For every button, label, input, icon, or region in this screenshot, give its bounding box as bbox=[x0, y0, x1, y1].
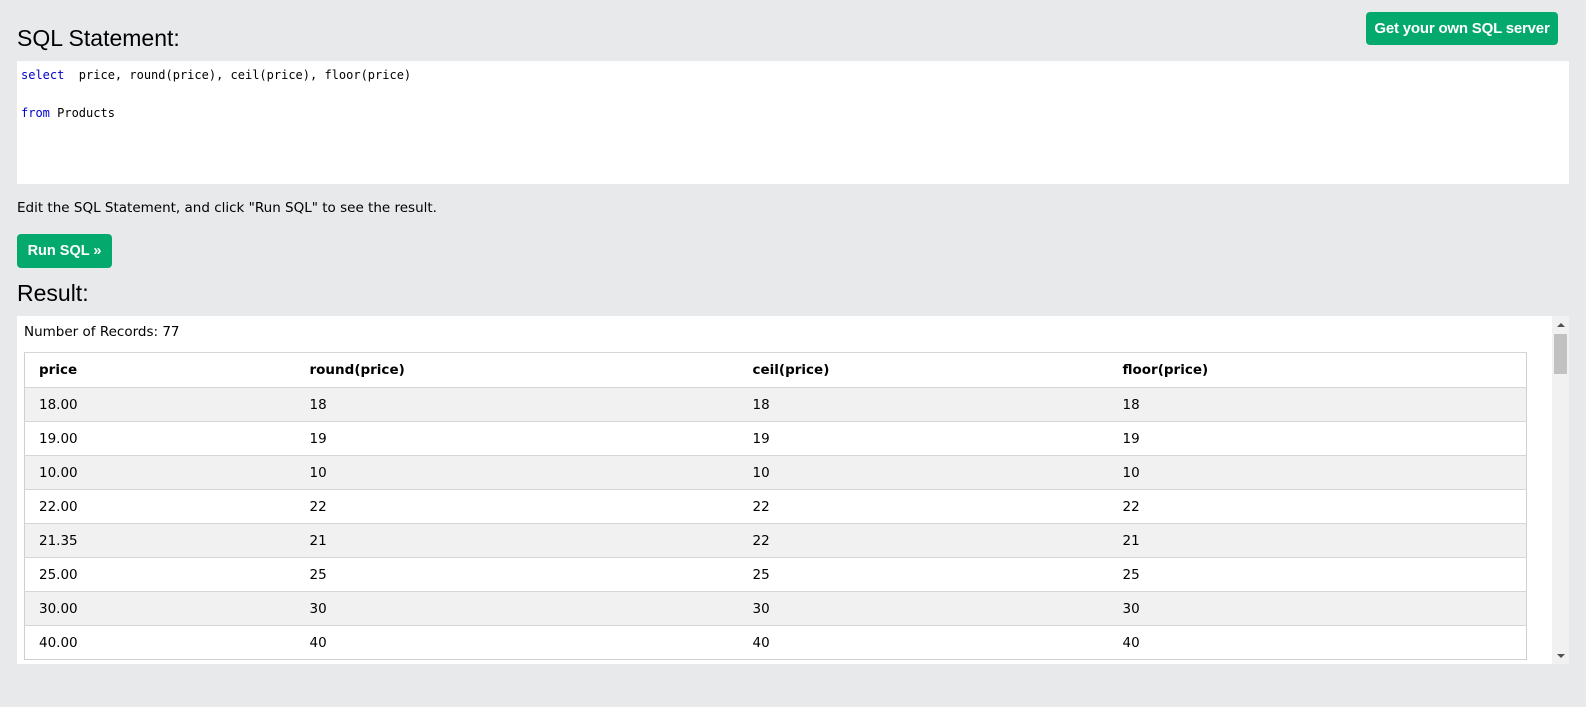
table-cell: 19 bbox=[1108, 421, 1527, 456]
result-title: Result: bbox=[17, 280, 89, 306]
table-cell: 10 bbox=[738, 455, 1109, 490]
record-count: Number of Records: 77 bbox=[24, 324, 180, 340]
table-cell: 22 bbox=[738, 523, 1109, 558]
from-table: Products bbox=[49, 106, 115, 120]
table-row: 19.00 19 19 19 bbox=[24, 421, 1527, 456]
scrollbar-thumb[interactable] bbox=[1554, 334, 1567, 374]
table-row: 30.00 30 30 30 bbox=[24, 591, 1527, 626]
table-row: 21.35 21 22 21 bbox=[24, 523, 1527, 558]
table-cell: 40.00 bbox=[24, 625, 296, 660]
run-sql-button[interactable]: Run SQL » bbox=[17, 234, 112, 268]
table-cell: 40 bbox=[1108, 625, 1527, 660]
table-cell: 21 bbox=[295, 523, 739, 558]
instruction-text: Edit the SQL Statement, and click "Run S… bbox=[17, 200, 437, 216]
table-cell: 25.00 bbox=[24, 557, 296, 592]
column-header: ceil(price) bbox=[738, 352, 1109, 388]
table-row: 10.00 10 10 10 bbox=[24, 455, 1527, 490]
result-panel[interactable]: Number of Records: 77 price round(price)… bbox=[17, 316, 1569, 664]
table-cell: 25 bbox=[738, 557, 1109, 592]
table-cell: 10 bbox=[1108, 455, 1527, 490]
column-header: price bbox=[24, 352, 296, 388]
table-cell: 19 bbox=[738, 421, 1109, 456]
column-header: round(price) bbox=[295, 352, 739, 388]
keyword-from: from bbox=[21, 106, 50, 120]
table-cell: 18.00 bbox=[24, 387, 296, 422]
table-cell: 25 bbox=[295, 557, 739, 592]
table-cell: 21 bbox=[1108, 523, 1527, 558]
keyword-select: select bbox=[21, 68, 65, 82]
table-cell: 40 bbox=[738, 625, 1109, 660]
table-row: 25.00 25 25 25 bbox=[24, 557, 1527, 592]
table-cell: 22 bbox=[1108, 489, 1527, 524]
vertical-scrollbar[interactable] bbox=[1552, 316, 1569, 664]
table-row: 18.00 18 18 18 bbox=[24, 387, 1527, 422]
result-table: price round(price) ceil(price) floor(pri… bbox=[24, 352, 1527, 660]
table-cell: 19.00 bbox=[24, 421, 296, 456]
column-header: floor(price) bbox=[1108, 352, 1527, 388]
table-cell: 30 bbox=[1108, 591, 1527, 626]
table-cell: 10 bbox=[295, 455, 739, 490]
result-table-wrapper: price round(price) ceil(price) floor(pri… bbox=[24, 352, 1527, 660]
scroll-down-arrow-icon[interactable] bbox=[1552, 647, 1569, 664]
table-header-row: price round(price) ceil(price) floor(pri… bbox=[24, 352, 1527, 388]
table-cell: 19 bbox=[295, 421, 739, 456]
table-cell: 22.00 bbox=[24, 489, 296, 524]
table-cell: 21.35 bbox=[24, 523, 296, 558]
table-cell: 22 bbox=[738, 489, 1109, 524]
table-row: 40.00 40 40 40 bbox=[24, 625, 1527, 660]
table-cell: 30 bbox=[738, 591, 1109, 626]
scroll-up-arrow-icon[interactable] bbox=[1552, 316, 1569, 333]
code-line-1: select price, round(price), ceil(price),… bbox=[21, 66, 1569, 85]
code-line-3: from Products bbox=[21, 104, 1569, 123]
select-columns: price, round(price), ceil(price), floor(… bbox=[64, 68, 412, 82]
table-cell: 25 bbox=[1108, 557, 1527, 592]
table-cell: 18 bbox=[738, 387, 1109, 422]
table-cell: 22 bbox=[295, 489, 739, 524]
table-row: 22.00 22 22 22 bbox=[24, 489, 1527, 524]
table-cell: 30.00 bbox=[24, 591, 296, 626]
sql-statement-title: SQL Statement: bbox=[17, 25, 180, 51]
table-cell: 10.00 bbox=[24, 455, 296, 490]
table-cell: 40 bbox=[295, 625, 739, 660]
table-cell: 30 bbox=[295, 591, 739, 626]
sql-editor[interactable]: select price, round(price), ceil(price),… bbox=[17, 61, 1569, 184]
table-cell: 18 bbox=[295, 387, 739, 422]
get-sql-server-button[interactable]: Get your own SQL server bbox=[1366, 12, 1558, 45]
table-cell: 18 bbox=[1108, 387, 1527, 422]
